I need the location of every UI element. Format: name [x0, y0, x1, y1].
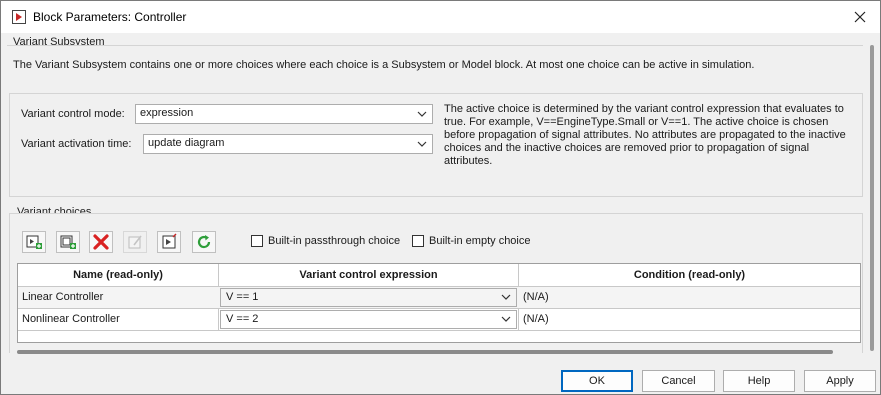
activation-info-text: The active choice is determined by the v… [444, 103, 854, 168]
row-divider [18, 330, 860, 331]
variant-control-mode-label: Variant control mode: [21, 108, 125, 120]
column-header-name[interactable]: Name (read-only) [18, 264, 218, 286]
column-header-condition[interactable]: Condition (read-only) [519, 264, 860, 286]
builtin-passthrough-label: Built-in passthrough choice [268, 235, 401, 247]
chevron-down-icon [501, 316, 511, 322]
info-line: attributes. [444, 155, 493, 167]
open-block-icon [162, 233, 177, 249]
add-subsystem-choice-button[interactable] [22, 231, 46, 253]
close-button[interactable] [840, 1, 880, 33]
cancel-button[interactable]: Cancel [642, 370, 715, 392]
row-expression-value: V == 1 [226, 291, 259, 303]
variant-activation-time-value: update diagram [148, 137, 225, 149]
vertical-scrollbar[interactable] [870, 45, 874, 351]
edit-icon [128, 235, 142, 249]
builtin-empty-label: Built-in empty choice [429, 235, 531, 247]
checkbox-box [251, 235, 263, 247]
add-subsystem-icon [26, 235, 42, 249]
variant-control-mode-value: expression [140, 107, 194, 119]
open-block-button[interactable] [157, 231, 181, 253]
add-model-icon [60, 235, 76, 249]
info-line: The active choice is determined by the v… [444, 103, 844, 115]
builtin-passthrough-checkbox[interactable]: Built-in passthrough choice [251, 235, 400, 247]
row-condition-cell: (N/A) [523, 313, 549, 325]
refresh-icon [197, 235, 211, 249]
horizontal-scrollbar[interactable] [17, 350, 833, 354]
close-icon [854, 11, 866, 23]
chevron-down-icon [417, 141, 427, 147]
row-name-cell: Nonlinear Controller [22, 313, 120, 325]
delete-choice-button[interactable] [89, 231, 113, 253]
add-model-choice-button[interactable] [56, 231, 80, 253]
info-line: choices and the inactive choices are rem… [444, 142, 810, 154]
row-expression-dropdown[interactable]: V == 2 [220, 310, 517, 329]
table-row[interactable]: Nonlinear Controller V == 2 (N/A) [18, 309, 860, 330]
row-expression-value: V == 2 [226, 313, 259, 325]
edit-choice-button[interactable] [123, 231, 147, 253]
block-parameters-dialog: Block Parameters: Controller Variant Sub… [0, 0, 881, 395]
info-line: true. For example, V==EngineType.Small o… [444, 116, 829, 128]
variant-choices-table: Name (read-only) Variant control express… [17, 263, 861, 343]
column-header-expression[interactable]: Variant control expression [219, 264, 518, 286]
info-line: before propagation of signal attributes.… [444, 129, 846, 141]
help-button[interactable]: Help [723, 370, 795, 392]
chevron-down-icon [501, 294, 511, 300]
window-title: Block Parameters: Controller [33, 10, 187, 24]
row-name-cell: Linear Controller [22, 291, 104, 303]
checkbox-box [412, 235, 424, 247]
variant-activation-time-dropdown[interactable]: update diagram [143, 134, 433, 154]
section-description: The Variant Subsystem contains one or mo… [13, 59, 755, 71]
variant-activation-time-label: Variant activation time: [21, 138, 132, 150]
row-condition-cell: (N/A) [523, 291, 549, 303]
apply-button[interactable]: Apply [804, 370, 876, 392]
delete-icon [93, 234, 109, 250]
chevron-down-icon [417, 111, 427, 117]
block-icon [12, 10, 26, 24]
refresh-button[interactable] [192, 231, 216, 253]
table-row[interactable]: Linear Controller V == 1 (N/A) [18, 287, 860, 308]
title-bar: Block Parameters: Controller [1, 1, 880, 33]
row-expression-dropdown[interactable]: V == 1 [220, 288, 517, 307]
builtin-empty-checkbox[interactable]: Built-in empty choice [412, 235, 531, 247]
ok-button[interactable]: OK [561, 370, 633, 392]
variant-control-mode-dropdown[interactable]: expression [135, 104, 433, 124]
